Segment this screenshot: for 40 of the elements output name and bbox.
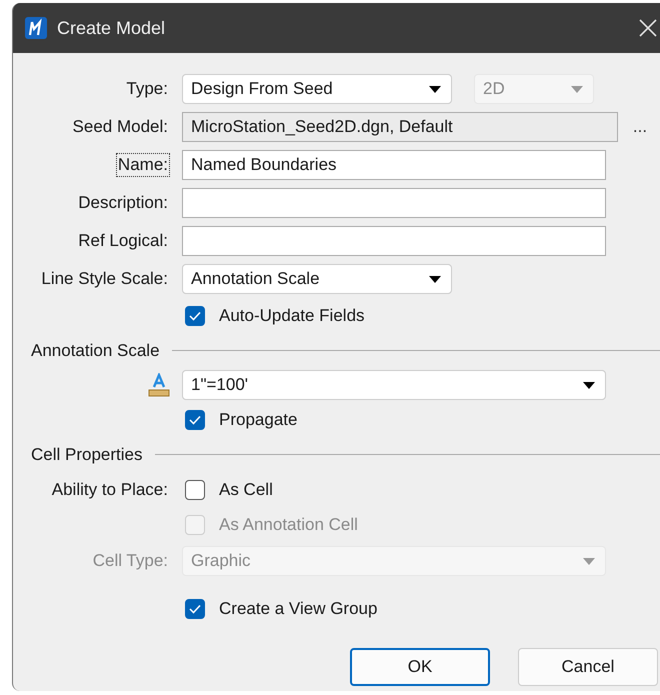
check-icon — [189, 604, 201, 614]
dialog-button[interactable]: Cancel — [518, 648, 658, 686]
dropdown[interactable]: Annotation Scale — [182, 264, 452, 294]
app-icon — [25, 17, 47, 39]
field-label: Ref Logical: — [77, 230, 169, 252]
window-title: Create Model — [57, 18, 166, 38]
section-heading: Annotation Scale — [31, 340, 160, 360]
checkbox-label[interactable]: Propagate — [219, 410, 298, 430]
caret-icon — [583, 382, 595, 388]
checkbox[interactable] — [185, 599, 205, 619]
check-icon — [189, 310, 201, 320]
text-field[interactable] — [182, 188, 606, 218]
checkbox-label[interactable]: As Cell — [219, 480, 273, 500]
field-label: Name: — [116, 153, 170, 177]
annotation-scale-icon — [148, 373, 170, 397]
caret-icon — [571, 86, 583, 92]
browse-button[interactable]: ... — [618, 117, 660, 137]
caret-icon — [583, 558, 595, 564]
dropdown[interactable]: Design From Seed — [182, 74, 452, 104]
caret-icon — [429, 86, 441, 92]
field-label: Type: — [125, 78, 169, 100]
field-label: Description: — [77, 192, 169, 214]
close-icon[interactable] — [639, 19, 657, 37]
checkbox[interactable] — [185, 410, 205, 430]
checkbox-label[interactable]: Create a View Group — [219, 599, 378, 619]
text-field[interactable]: Named Boundaries — [182, 150, 606, 180]
field-label: Cell Type: — [92, 550, 169, 572]
section-heading: Cell Properties — [31, 444, 142, 464]
caret-icon — [429, 276, 441, 282]
field-label: Ability to Place: — [50, 478, 169, 500]
checkbox[interactable] — [185, 480, 205, 500]
text-field[interactable] — [182, 226, 606, 256]
field-label: Line Style Scale: — [40, 268, 169, 290]
field-label: Seed Model: — [72, 116, 169, 138]
checkbox[interactable] — [185, 306, 205, 326]
check-icon — [189, 414, 201, 424]
dropdown[interactable]: 1"=100' — [182, 370, 606, 400]
dialog-button[interactable]: OK — [350, 648, 490, 686]
checkbox-label[interactable]: Auto-Update Fields — [219, 306, 365, 326]
seed-model-field: MicroStation_Seed2D.dgn, Default — [182, 112, 618, 142]
